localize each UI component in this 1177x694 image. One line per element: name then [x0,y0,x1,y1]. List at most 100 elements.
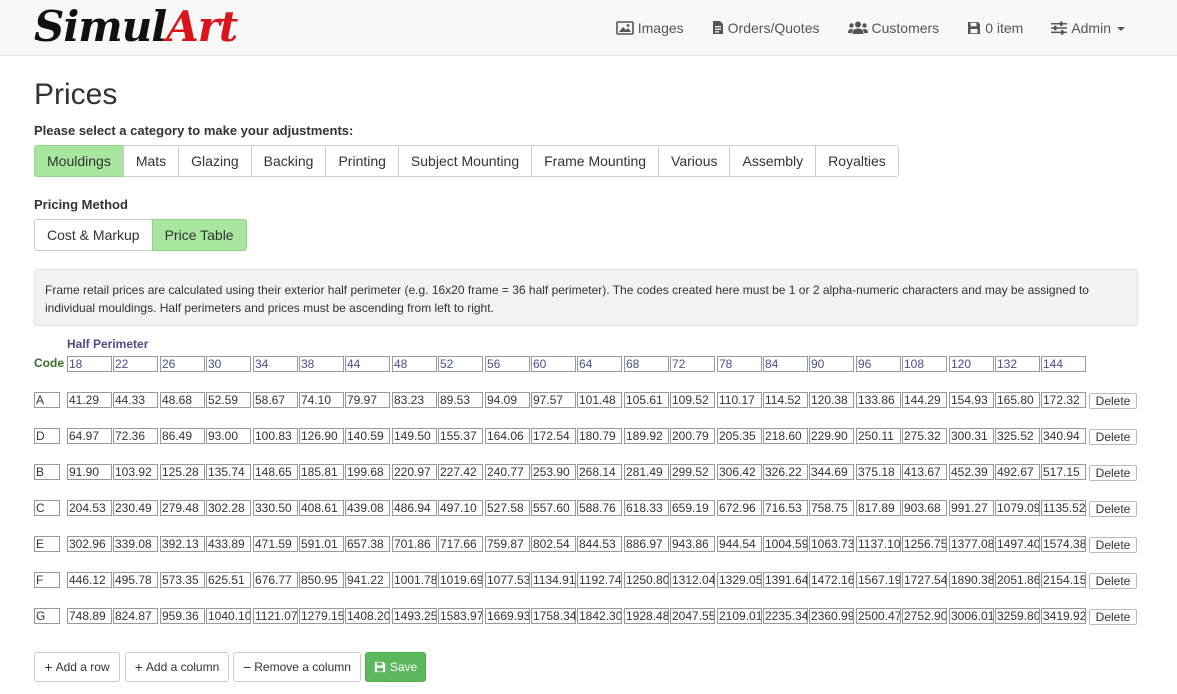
price-input[interactable]: 471.59 [253,536,298,552]
price-input[interactable]: 326.22 [763,464,808,480]
price-input[interactable]: 3259.80 [995,608,1040,624]
price-input[interactable]: 1063.73 [809,536,854,552]
price-input[interactable]: 495.78 [113,572,158,588]
price-input[interactable]: 748.89 [67,608,112,624]
price-input[interactable]: 220.97 [392,464,437,480]
price-input[interactable]: 1890.38 [949,572,994,588]
price-input[interactable]: 1135.52 [1041,500,1086,516]
half-perimeter-input[interactable]: 60 [531,356,576,372]
price-input[interactable]: 844.53 [577,536,622,552]
price-input[interactable]: 97.57 [531,392,576,408]
price-input[interactable]: 1493.25 [392,608,437,624]
price-input[interactable]: 3006.01 [949,608,994,624]
price-input[interactable]: 439.08 [345,500,390,516]
price-input[interactable]: 2360.99 [809,608,854,624]
price-input[interactable]: 959.36 [160,608,205,624]
price-input[interactable]: 339.08 [113,536,158,552]
price-input[interactable]: 204.53 [67,500,112,516]
price-input[interactable]: 302.28 [206,500,251,516]
price-input[interactable]: 446.12 [67,572,112,588]
price-input[interactable]: 103.92 [113,464,158,480]
price-input[interactable]: 281.49 [624,464,669,480]
price-input[interactable]: 1408.20 [345,608,390,624]
price-input[interactable]: 903.68 [902,500,947,516]
price-input[interactable]: 1567.19 [856,572,901,588]
price-input[interactable]: 802.54 [531,536,576,552]
price-input[interactable]: 1472.16 [809,572,854,588]
price-input[interactable]: 41.29 [67,392,112,408]
nav-orders-quotes[interactable]: Orders/Quotes [712,20,820,36]
price-input[interactable]: 148.65 [253,464,298,480]
price-input[interactable]: 1137.10 [856,536,901,552]
half-perimeter-input[interactable]: 18 [67,356,112,372]
half-perimeter-input[interactable]: 26 [160,356,205,372]
half-perimeter-input[interactable]: 90 [809,356,854,372]
price-input[interactable]: 1727.54 [902,572,947,588]
price-input[interactable]: 676.77 [253,572,298,588]
price-input[interactable]: 1312.04 [670,572,715,588]
category-tab-backing[interactable]: Backing [250,145,327,177]
price-input[interactable]: 154.93 [949,392,994,408]
add-row-button[interactable]: + Add a row [34,652,120,682]
code-input[interactable]: B [34,464,60,480]
price-input[interactable]: 1250.80 [624,572,669,588]
half-perimeter-input[interactable]: 44 [345,356,390,372]
price-input[interactable]: 886.97 [624,536,669,552]
price-input[interactable]: 573.35 [160,572,205,588]
price-input[interactable]: 625.51 [206,572,251,588]
price-input[interactable]: 144.29 [902,392,947,408]
code-input[interactable]: F [34,572,60,588]
price-input[interactable]: 253.90 [531,464,576,480]
price-input[interactable]: 120.38 [809,392,854,408]
price-input[interactable]: 230.49 [113,500,158,516]
delete-row-button[interactable]: Delete [1089,573,1137,589]
price-input[interactable]: 110.17 [717,392,762,408]
price-input[interactable]: 74.10 [299,392,344,408]
price-input[interactable]: 759.87 [485,536,530,552]
price-input[interactable]: 2051.86 [995,572,1040,588]
price-input[interactable]: 1377.08 [949,536,994,552]
price-input[interactable]: 591.01 [299,536,344,552]
price-input[interactable]: 1040.10 [206,608,251,624]
price-input[interactable]: 58.67 [253,392,298,408]
price-input[interactable]: 1121.07 [253,608,298,624]
price-input[interactable]: 172.32 [1041,392,1086,408]
price-input[interactable]: 133.86 [856,392,901,408]
delete-row-button[interactable]: Delete [1089,429,1137,445]
price-input[interactable]: 1928.48 [624,608,669,624]
half-perimeter-input[interactable]: 22 [113,356,158,372]
price-input[interactable]: 1004.59 [763,536,808,552]
category-tab-assembly[interactable]: Assembly [729,145,817,177]
price-input[interactable]: 94.09 [485,392,530,408]
price-input[interactable]: 302.96 [67,536,112,552]
price-input[interactable]: 344.69 [809,464,854,480]
price-input[interactable]: 93.00 [206,428,251,444]
price-input[interactable]: 941.22 [345,572,390,588]
half-perimeter-input[interactable]: 68 [624,356,669,372]
price-input[interactable]: 392.13 [160,536,205,552]
category-tab-subject-mounting[interactable]: Subject Mounting [397,145,533,177]
price-input[interactable]: 452.39 [949,464,994,480]
category-tab-glazing[interactable]: Glazing [178,145,252,177]
price-input[interactable]: 279.48 [160,500,205,516]
category-tab-royalties[interactable]: Royalties [815,145,899,177]
price-input[interactable]: 2109.01 [717,608,762,624]
price-input[interactable]: 340.94 [1041,428,1086,444]
price-input[interactable]: 86.49 [160,428,205,444]
price-input[interactable]: 165.80 [995,392,1040,408]
price-input[interactable]: 199.68 [345,464,390,480]
price-input[interactable]: 659.19 [670,500,715,516]
price-input[interactable]: 1077.53 [485,572,530,588]
price-input[interactable]: 240.77 [485,464,530,480]
half-perimeter-input[interactable]: 96 [856,356,901,372]
half-perimeter-input[interactable]: 34 [253,356,298,372]
price-input[interactable]: 114.52 [763,392,808,408]
price-input[interactable]: 1279.15 [299,608,344,624]
price-input[interactable]: 1583.97 [438,608,483,624]
price-input[interactable]: 89.53 [438,392,483,408]
price-input[interactable]: 850.95 [299,572,344,588]
price-input[interactable]: 79.97 [345,392,390,408]
price-input[interactable]: 492.67 [995,464,1040,480]
price-input[interactable]: 218.60 [763,428,808,444]
price-input[interactable]: 44.33 [113,392,158,408]
